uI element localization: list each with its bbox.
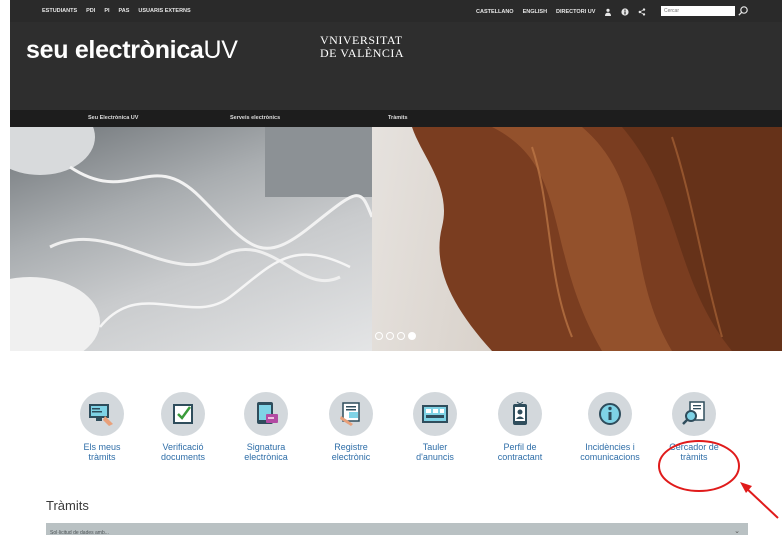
accordion-label: Sol·licitud de dades amb... xyxy=(50,530,109,536)
service-cercador-tramits[interactable]: Cercador de tràmits xyxy=(654,392,734,462)
nav-tramits[interactable]: Tràmits xyxy=(388,115,408,121)
service-label-line2: electrònica xyxy=(244,452,288,462)
link-pas[interactable]: PAS xyxy=(119,8,130,14)
link-directori-uv[interactable]: DIRECTORI UV xyxy=(556,9,595,15)
site-logo[interactable]: seu electrònicaUV xyxy=(26,36,238,65)
link-pi[interactable]: PI xyxy=(104,8,109,14)
carousel-dot-3[interactable] xyxy=(397,332,405,340)
info-icon[interactable] xyxy=(621,8,629,16)
contractor-profile-icon xyxy=(498,392,542,436)
link-english[interactable]: ENGLISH xyxy=(523,9,547,15)
electronic-signature-icon xyxy=(244,392,288,436)
procedure-search-icon xyxy=(672,392,716,436)
chevron-down-icon: ⌄ xyxy=(734,528,740,535)
service-label-line2: tràmits xyxy=(680,452,708,462)
link-estudiants[interactable]: ESTUDIANTS xyxy=(42,8,77,14)
university-line-2: DE VALÈNCIA xyxy=(320,46,405,60)
main-navigation: Seu Electrònica UV Serveis electrònics T… xyxy=(10,110,782,127)
service-label-line2: contractant xyxy=(497,452,543,462)
link-pdi[interactable]: PDI xyxy=(86,8,95,14)
logo-suffix-text: UV xyxy=(203,36,238,64)
link-usuaris-externs[interactable]: USUARIS EXTERNS xyxy=(138,8,190,14)
service-perfil-contractant[interactable]: Perfil de contractant xyxy=(480,392,560,462)
service-label-line1: Incidències i xyxy=(585,442,635,452)
audience-links: ESTUDIANTS PDI PI PAS USUARIS EXTERNS xyxy=(42,8,191,14)
hero-image-desk-cables xyxy=(10,127,374,351)
carousel-dots xyxy=(375,332,416,340)
service-els-meus-tramits[interactable]: Els meus tràmits xyxy=(62,392,142,462)
service-label-line2: electrònic xyxy=(331,452,371,462)
service-label-line1: Perfil de xyxy=(503,442,537,452)
nav-seu-electronica[interactable]: Seu Electrònica UV xyxy=(88,115,138,121)
section-title-tramits: Tràmits xyxy=(46,498,89,513)
logo-main-text: seu electrònica xyxy=(26,36,204,64)
service-signatura-electronica[interactable]: Signatura electrònica xyxy=(226,392,306,462)
service-registre-electronic[interactable]: Registre electrònic xyxy=(311,392,391,462)
accordion-item[interactable]: Sol·licitud de dades amb... ⌄ xyxy=(46,523,748,536)
carousel-dot-1[interactable] xyxy=(375,332,383,340)
service-label-line1: Signatura xyxy=(246,442,286,452)
service-label-line1: Cercador de xyxy=(669,442,719,452)
my-procedures-icon xyxy=(80,392,124,436)
link-castellano[interactable]: CASTELLANO xyxy=(476,9,514,15)
services-grid: Els meus tràmits Verificació documents Sig… xyxy=(0,392,782,482)
carousel-dot-4[interactable] xyxy=(408,332,416,340)
hero-carousel xyxy=(10,127,782,351)
service-label-line1: Els meus xyxy=(83,442,121,452)
university-logo[interactable]: VNIVERSITAT DE VALÈNCIA xyxy=(320,34,440,60)
service-verificacio-documents[interactable]: Verificació documents xyxy=(143,392,223,462)
carousel-dot-2[interactable] xyxy=(386,332,394,340)
service-label-line1: Verificació xyxy=(162,442,204,452)
hero-image-person xyxy=(372,127,782,351)
share-icon[interactable] xyxy=(638,8,646,16)
utility-links: CASTELLANO ENGLISH DIRECTORI UV xyxy=(476,8,646,16)
document-verification-icon xyxy=(161,392,205,436)
search-input[interactable] xyxy=(661,6,735,16)
service-tauler-anuncis[interactable]: Tauler d'anuncis xyxy=(395,392,475,462)
info-circle-icon xyxy=(588,392,632,436)
service-label-line1: Tauler xyxy=(422,442,448,452)
red-arrow-head xyxy=(740,482,752,493)
service-label-line2: d'anuncis xyxy=(416,452,454,462)
nav-serveis-electronics[interactable]: Serveis electrònics xyxy=(230,115,280,121)
service-label-line2: tràmits xyxy=(88,452,116,462)
search-icon[interactable] xyxy=(737,4,749,16)
service-label-line2: documents xyxy=(160,452,206,462)
service-label-line2: comunicacions xyxy=(580,452,640,462)
notice-board-icon xyxy=(413,392,457,436)
service-label-line1: Registre xyxy=(334,442,368,452)
service-incidencies-comunicacions[interactable]: Incidències i comunicacions xyxy=(570,392,650,462)
user-icon[interactable] xyxy=(604,8,612,16)
electronic-register-icon xyxy=(329,392,373,436)
red-pointer-arrow xyxy=(744,486,779,519)
